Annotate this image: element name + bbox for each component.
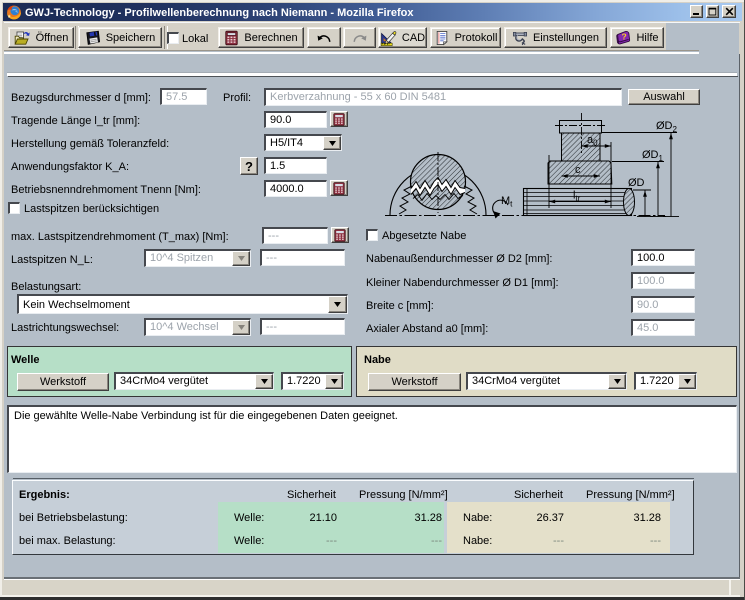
svg-text:Mt: Mt bbox=[501, 195, 513, 209]
svg-text:?: ? bbox=[622, 32, 627, 42]
svg-text:c: c bbox=[575, 164, 581, 176]
svg-text:ØD2: ØD2 bbox=[656, 120, 678, 134]
svg-text:ØD: ØD bbox=[628, 177, 645, 189]
svg-text:ØD1: ØD1 bbox=[642, 149, 664, 163]
